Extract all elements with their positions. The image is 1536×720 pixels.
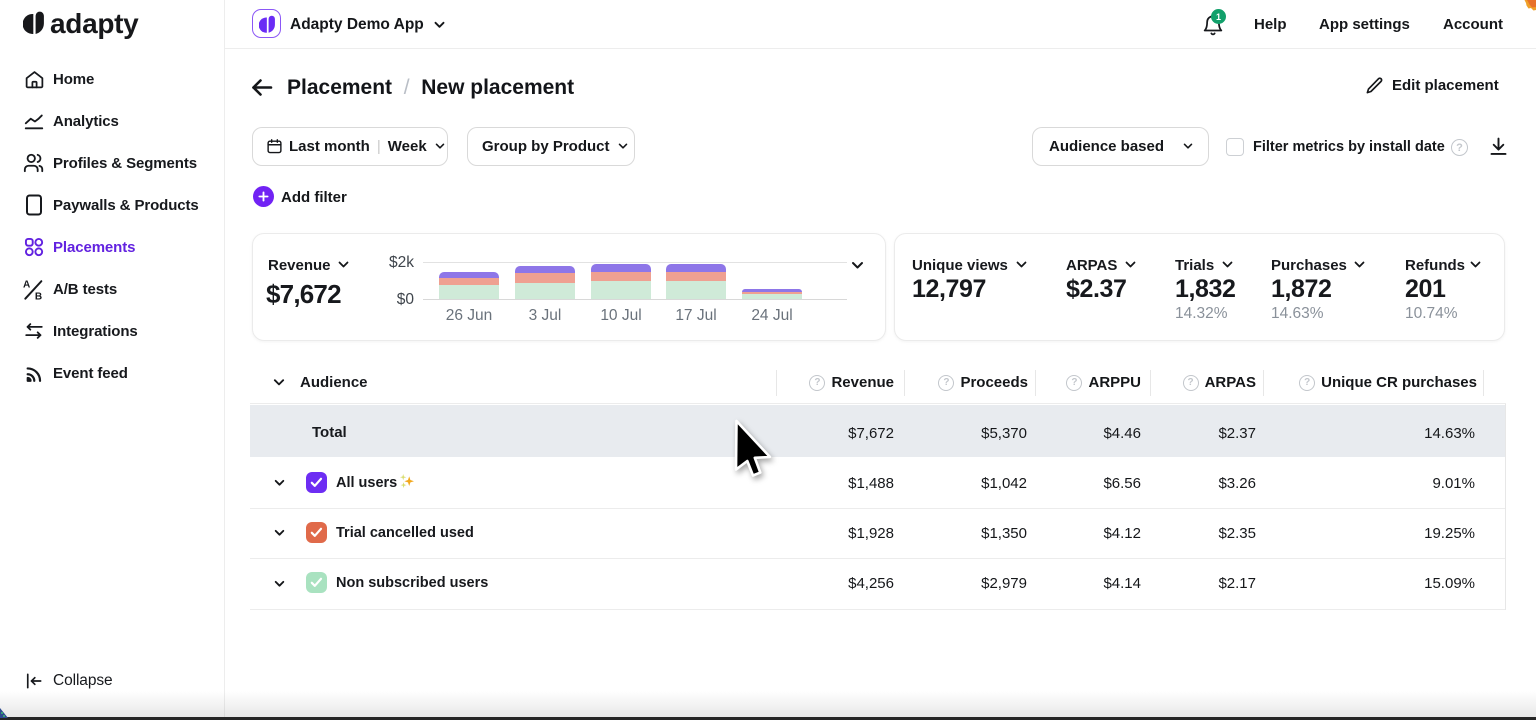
svg-text:A: A <box>23 279 31 290</box>
svg-text:B: B <box>35 291 42 300</box>
